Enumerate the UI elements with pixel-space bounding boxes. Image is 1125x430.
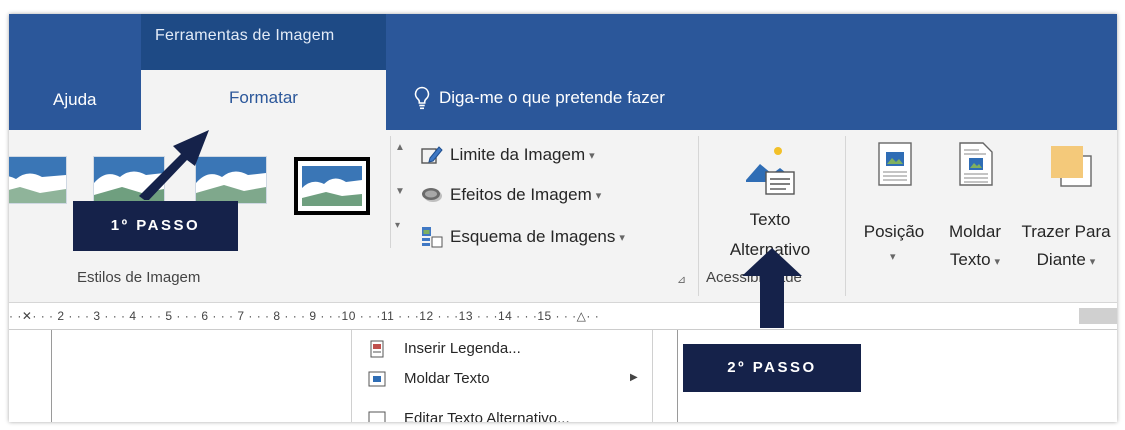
dropdown-arrow-icon: ▾ [619, 231, 625, 244]
image-frame-right-edge [677, 330, 678, 422]
lightbulb-icon [414, 86, 430, 110]
wrap-text-icon [959, 142, 993, 186]
bring-forward-label-2: Diante ▾ [1036, 250, 1096, 269]
menu-wrap-text[interactable]: Moldar Texto [404, 370, 490, 387]
gallery-more-icon[interactable]: ▾ [395, 220, 400, 231]
context-group-label: Ferramentas de Imagem [155, 27, 335, 44]
position-button[interactable]: Posição ▾ [854, 136, 934, 276]
image-frame-left-edge [51, 330, 52, 422]
picture-effects-button[interactable]: Efeitos de Imagem ▾ [421, 184, 601, 206]
context-menu: Inserir Legenda... Moldar Texto ▶ Editar… [351, 330, 653, 422]
dropdown-arrow-icon: ▾ [890, 251, 896, 263]
picture-layout-button[interactable]: Esquema de Imagens ▾ [421, 226, 625, 248]
gallery-scrollbar[interactable]: ▲ ▼ ▾ [390, 136, 411, 248]
menu-insert-caption[interactable]: Inserir Legenda... [404, 340, 521, 357]
tell-me-text: Diga-me o que pretende fazer [439, 88, 665, 107]
bring-forward-label-1: Trazer Para [1021, 222, 1111, 241]
dropdown-arrow-icon: ▾ [595, 189, 602, 202]
picture-style-1[interactable] [9, 156, 67, 204]
group-separator-1 [698, 136, 699, 296]
bring-forward-icon [1051, 146, 1092, 187]
pen-icon [421, 146, 443, 164]
menu-edit-alt-text[interactable]: Editar Texto Alternativo... [404, 410, 570, 422]
alt-text-button[interactable]: Texto Alternativo [714, 136, 826, 266]
alt-text-label-1: Texto [749, 210, 791, 229]
scroll-down-icon[interactable]: ▼ [395, 186, 405, 197]
dropdown-arrow-icon: ▾ [589, 149, 595, 162]
tell-me-box[interactable]: Diga-me o que pretende fazer [413, 86, 665, 110]
wrap-text-label-1: Moldar [949, 222, 1001, 241]
alt-text-icon [746, 147, 795, 195]
picture-border-button[interactable]: Limite da Imagem ▾ [421, 144, 595, 166]
step2-arrow-icon [742, 248, 802, 328]
layout-icon [422, 227, 443, 248]
dialog-launcher-icon[interactable]: ⊿ [677, 273, 686, 286]
wrap-text-label-2: Texto ▾ [949, 250, 1001, 269]
submenu-arrow-icon: ▶ [630, 372, 638, 383]
tab-ajuda[interactable]: Ajuda [53, 90, 96, 110]
step2-callout: 2º PASSO [683, 344, 861, 392]
caption-icon [370, 340, 384, 358]
step1-callout: 1º PASSO [73, 201, 238, 251]
alt-text-icon [368, 411, 386, 422]
bring-forward-button[interactable]: Trazer Para Diante ▾ [1015, 136, 1117, 276]
dropdown-arrow-icon: ▾ [1089, 256, 1096, 268]
word-window: Ferramentas de Imagem Ajuda Formatar Dig… [9, 14, 1117, 422]
group-separator-2 [845, 136, 846, 296]
step1-arrow-icon [139, 130, 209, 200]
position-icon [878, 142, 912, 186]
scroll-up-icon[interactable]: ▲ [395, 142, 405, 153]
dropdown-arrow-icon: ▾ [994, 256, 1001, 268]
styles-group-label: Estilos de Imagem [77, 269, 201, 286]
ruler-numbers: · ·✕· · · 2 · · · 3 · · · 4 · · · 5 · · … [9, 309, 600, 323]
wrap-text-button[interactable]: Moldar Texto ▾ [935, 136, 1015, 276]
horizontal-ruler[interactable]: · ·✕· · · 2 · · · 3 · · · 4 · · · 5 · · … [9, 303, 1117, 330]
effects-icon [422, 188, 442, 202]
ruler-margin [1079, 308, 1117, 324]
picture-style-4-selected[interactable] [294, 157, 370, 215]
wrap-text-icon [368, 371, 386, 387]
position-label: Posição [863, 222, 925, 241]
